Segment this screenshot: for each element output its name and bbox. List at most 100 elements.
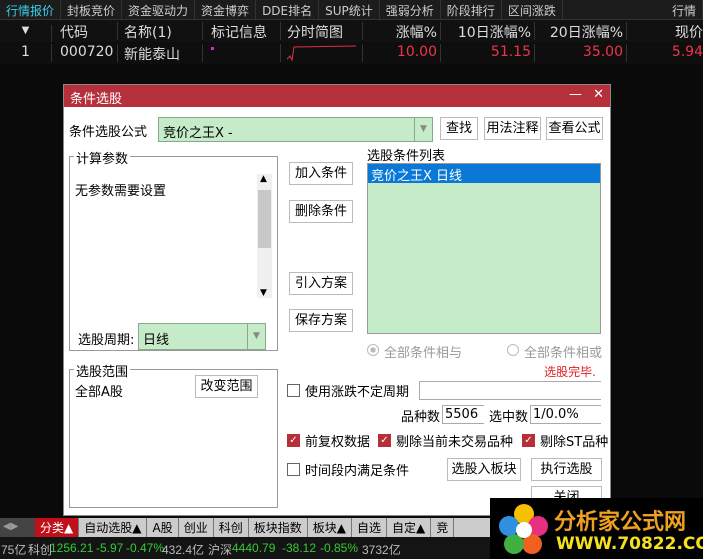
params-group: 计算参数 无参数需要设置 ▲ ▼ 选股周期: 日线 ▼ xyxy=(69,148,278,351)
scroll-thumb[interactable] xyxy=(258,190,271,248)
btab-gem[interactable]: 创业 xyxy=(179,518,214,537)
row-index: 1 xyxy=(0,44,52,62)
btab-index[interactable]: 板块指数 xyxy=(249,518,308,537)
btab-custom[interactable]: 自定▲ xyxy=(387,518,432,537)
selected-field: 1/0.0% xyxy=(530,405,601,424)
tab-scroll-arrows[interactable]: ◀▶ xyxy=(0,518,35,537)
selected-label: 选中数 xyxy=(489,410,529,425)
find-button[interactable]: 查找 xyxy=(440,117,478,140)
logo-url: WWW.70822.COM xyxy=(556,534,703,554)
row-price: 5.94 xyxy=(671,44,703,60)
dialog-title: 条件选股 xyxy=(70,92,123,107)
status-amount0: 75亿 xyxy=(1,543,27,557)
chevron-down-icon[interactable]: ▼ xyxy=(414,118,432,141)
radio-or[interactable] xyxy=(507,344,519,356)
col-change20[interactable]: 20日涨幅% xyxy=(535,22,627,41)
radio-and-label: 全部条件相与 xyxy=(384,346,463,361)
btab-a[interactable]: A股 xyxy=(147,518,179,537)
btab-auto[interactable]: 自动选股▲ xyxy=(79,518,148,537)
tab-fund-game[interactable]: 资金博弈 xyxy=(195,0,257,19)
col-chart[interactable]: 分时简图 xyxy=(281,22,363,41)
table-header: ▼ 代码 名称(1) 标记信息 分时简图 涨幅% 10日涨幅% 20日涨幅% 现… xyxy=(0,20,703,43)
condition-list[interactable]: 竞价之王X 日线 xyxy=(367,163,601,334)
minimize-icon[interactable]: — xyxy=(569,87,582,102)
formula-value: 竞价之王X - xyxy=(163,126,233,141)
tab-limit[interactable]: 封板竞价 xyxy=(61,0,123,19)
count-label: 品种数 xyxy=(401,410,441,425)
remove-condition-button[interactable]: 删除条件 xyxy=(289,200,353,223)
tab-sup[interactable]: SUP统计 xyxy=(319,0,380,19)
to-block-button[interactable]: 选股入板块 xyxy=(447,458,521,481)
scope-value: 全部A股 xyxy=(75,385,123,400)
btab-category[interactable]: 分类▲ xyxy=(35,518,80,537)
tab-dde[interactable]: DDE排名 xyxy=(256,0,320,19)
table-row[interactable]: 1 000720 新能泰山 10.00 51.15 35.00 5.94 xyxy=(0,42,703,64)
row-name: 新能泰山 xyxy=(118,44,203,63)
col-mark[interactable]: 标记信息 xyxy=(203,22,281,41)
condition-dialog: 条件选股 — ✕ 条件选股公式 竞价之王X - ▼ 查找 用法注释 查看公式 计… xyxy=(63,84,611,516)
flower-icon xyxy=(499,504,548,554)
period-combo[interactable]: 日线 ▼ xyxy=(138,323,266,350)
execute-button[interactable]: 执行选股 xyxy=(531,458,602,481)
exclude-st-checkbox[interactable]: ✓ xyxy=(522,434,535,447)
formula-combo[interactable]: 竞价之王X - ▼ xyxy=(158,117,433,142)
kc-amount: 432.4亿 xyxy=(162,543,205,557)
tab-stage[interactable]: 阶段排行 xyxy=(441,0,502,19)
import-plan-button[interactable]: 引入方案 xyxy=(289,272,353,295)
btab-fav[interactable]: 自选 xyxy=(352,518,387,537)
condition-list-label: 选股条件列表 xyxy=(367,149,446,164)
status-text: 选股完毕. xyxy=(544,365,596,379)
tab-more[interactable]: 行情 xyxy=(666,0,703,19)
kc-pct: -0.47% xyxy=(126,541,165,555)
tab-range[interactable]: 区间涨跌 xyxy=(502,0,563,19)
chevron-down-icon[interactable]: ▼ xyxy=(247,324,265,349)
period-input[interactable] xyxy=(419,381,601,400)
fq-label: 前复权数据 xyxy=(305,435,371,450)
use-period-label: 使用涨跌不定周期 xyxy=(305,385,410,400)
add-condition-button[interactable]: 加入条件 xyxy=(289,162,353,185)
dialog-titlebar: 条件选股 — ✕ xyxy=(64,85,610,107)
scroll-down-icon[interactable]: ▼ xyxy=(260,288,267,298)
row-change10: 51.15 xyxy=(441,44,535,62)
radio-or-label: 全部条件相或 xyxy=(524,346,603,361)
sort-icon[interactable]: ▼ xyxy=(0,25,52,43)
view-formula-button[interactable]: 查看公式 xyxy=(546,117,603,140)
use-period-checkbox[interactable] xyxy=(287,384,300,397)
tab-quote[interactable]: 行情报价 xyxy=(0,0,62,19)
hs-value: 4440.79 xyxy=(232,541,276,555)
mini-chart xyxy=(281,44,363,62)
kc-change: -5.97 xyxy=(96,541,124,555)
btab-star[interactable]: 科创 xyxy=(214,518,249,537)
save-plan-button[interactable]: 保存方案 xyxy=(289,309,353,332)
col-price[interactable]: 现价 xyxy=(627,22,703,41)
col-name[interactable]: 名称(1) xyxy=(118,22,203,41)
scope-group-label: 选股范围 xyxy=(74,361,131,380)
btab-block[interactable]: 板块▲ xyxy=(308,518,352,537)
period-value: 日线 xyxy=(143,333,170,348)
time-range-label: 时间段内满足条件 xyxy=(305,464,410,479)
hs-pct: -0.85% xyxy=(320,541,359,555)
site-logo: 分析家公式网 WWW.70822.COM xyxy=(490,498,703,559)
scope-group: 选股范围 全部A股 改变范围 xyxy=(69,361,278,508)
col-code[interactable]: 代码 xyxy=(52,22,118,41)
formula-label: 条件选股公式 xyxy=(69,125,148,140)
time-range-checkbox[interactable] xyxy=(287,463,300,476)
row-change: 10.00 xyxy=(363,44,441,62)
params-scrollbar[interactable]: ▲ ▼ xyxy=(257,174,272,298)
hs-amount: 3732亿 xyxy=(362,543,401,557)
scroll-up-icon[interactable]: ▲ xyxy=(260,174,267,184)
fq-checkbox[interactable]: ✓ xyxy=(287,434,300,447)
tab-fund-drive[interactable]: 资金驱动力 xyxy=(122,0,196,19)
close-icon[interactable]: ✕ xyxy=(593,87,604,102)
btab-bid[interactable]: 竞 xyxy=(431,518,455,537)
usage-button[interactable]: 用法注释 xyxy=(484,117,541,140)
exclude-st-label: 剔除ST品种 xyxy=(540,435,609,450)
list-item[interactable]: 竞价之王X 日线 xyxy=(368,164,600,184)
col-change10[interactable]: 10日涨幅% xyxy=(441,22,535,41)
exclude-untraded-checkbox[interactable]: ✓ xyxy=(378,434,391,447)
radio-and[interactable] xyxy=(367,344,379,356)
col-change[interactable]: 涨幅% xyxy=(363,22,441,41)
change-scope-button[interactable]: 改变范围 xyxy=(195,375,258,398)
tab-strength[interactable]: 强弱分析 xyxy=(380,0,441,19)
bottom-tabs: 分类▲ 自动选股▲ A股 创业 科创 板块指数 板块▲ 自选 自定▲ 竞 xyxy=(35,518,495,537)
